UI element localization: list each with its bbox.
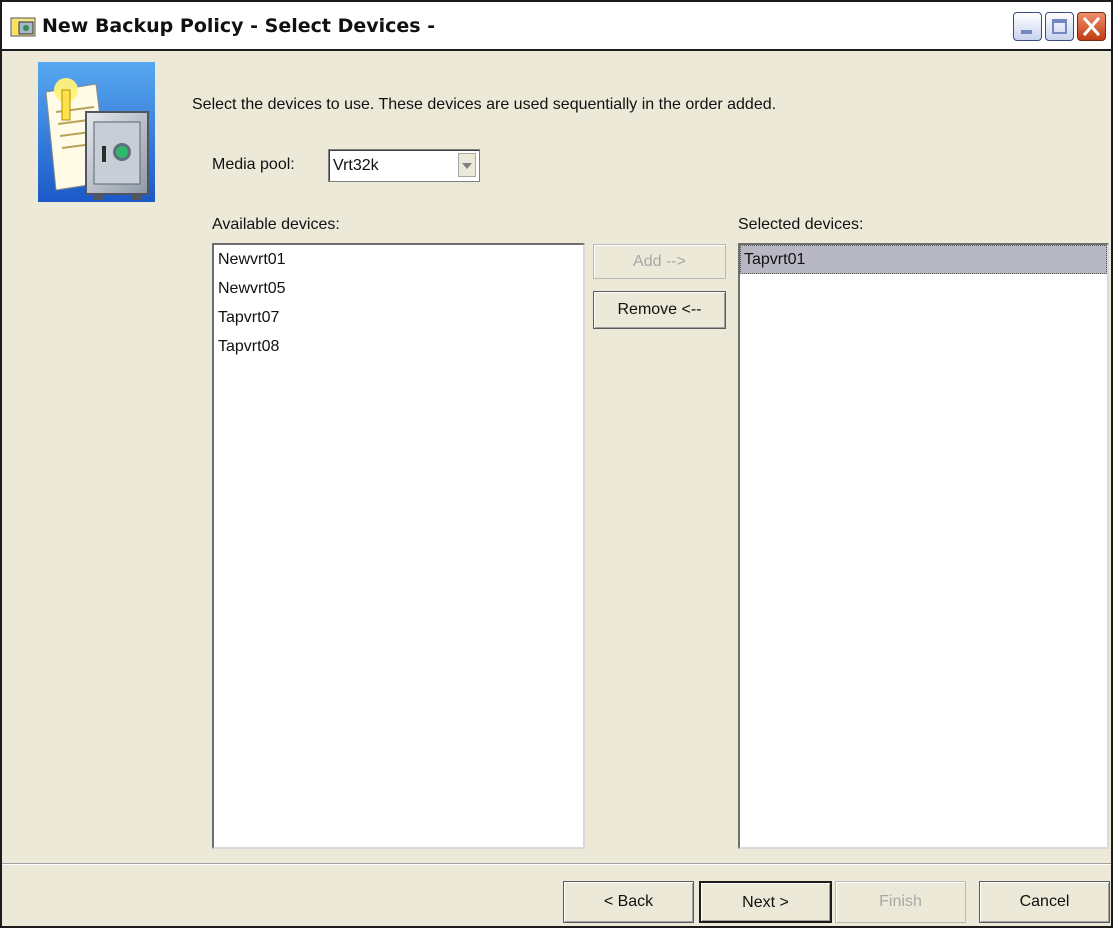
wizard-content: Select the devices to use. These devices… (2, 51, 1111, 863)
available-devices-label: Available devices: (212, 216, 340, 233)
available-devices-list[interactable]: Newvrt01 Newvrt05 Tapvrt07 Tapvrt08 (212, 243, 585, 849)
next-button[interactable]: Next > (699, 881, 832, 923)
media-pool-select[interactable]: Vrt32k (328, 149, 480, 182)
backup-policy-window: New Backup Policy - Select Devices - Sel… (0, 0, 1113, 928)
minimize-button[interactable] (1013, 12, 1042, 41)
back-button[interactable]: < Back (563, 881, 694, 923)
media-pool-label: Media pool: (212, 156, 295, 173)
media-pool-value: Vrt32k (333, 157, 379, 174)
chevron-down-icon[interactable] (458, 153, 476, 177)
footer-divider (2, 863, 1111, 865)
list-item[interactable]: Tapvrt08 (214, 332, 583, 361)
window-title: New Backup Policy - Select Devices - (42, 15, 436, 37)
list-item[interactable]: Newvrt01 (214, 245, 583, 274)
maximize-icon (1052, 19, 1067, 34)
vault-icon (38, 62, 155, 202)
close-icon (1082, 16, 1101, 37)
cancel-button[interactable]: Cancel (979, 881, 1110, 923)
list-item[interactable]: Tapvrt07 (214, 303, 583, 332)
selected-devices-label: Selected devices: (738, 216, 864, 233)
title-bar[interactable]: New Backup Policy - Select Devices - (2, 2, 1111, 51)
add-button[interactable]: Add --> (593, 244, 726, 279)
selected-devices-list[interactable]: Tapvrt01 (738, 243, 1109, 849)
remove-button[interactable]: Remove <-- (593, 291, 726, 329)
instructions-text: Select the devices to use. These devices… (192, 96, 777, 113)
list-item[interactable]: Tapvrt01 (740, 245, 1107, 274)
finish-button[interactable]: Finish (835, 881, 966, 923)
app-icon (10, 17, 36, 37)
close-button[interactable] (1077, 12, 1106, 41)
maximize-button[interactable] (1045, 12, 1074, 41)
list-item[interactable]: Newvrt05 (214, 274, 583, 303)
minimize-icon (1021, 30, 1032, 34)
